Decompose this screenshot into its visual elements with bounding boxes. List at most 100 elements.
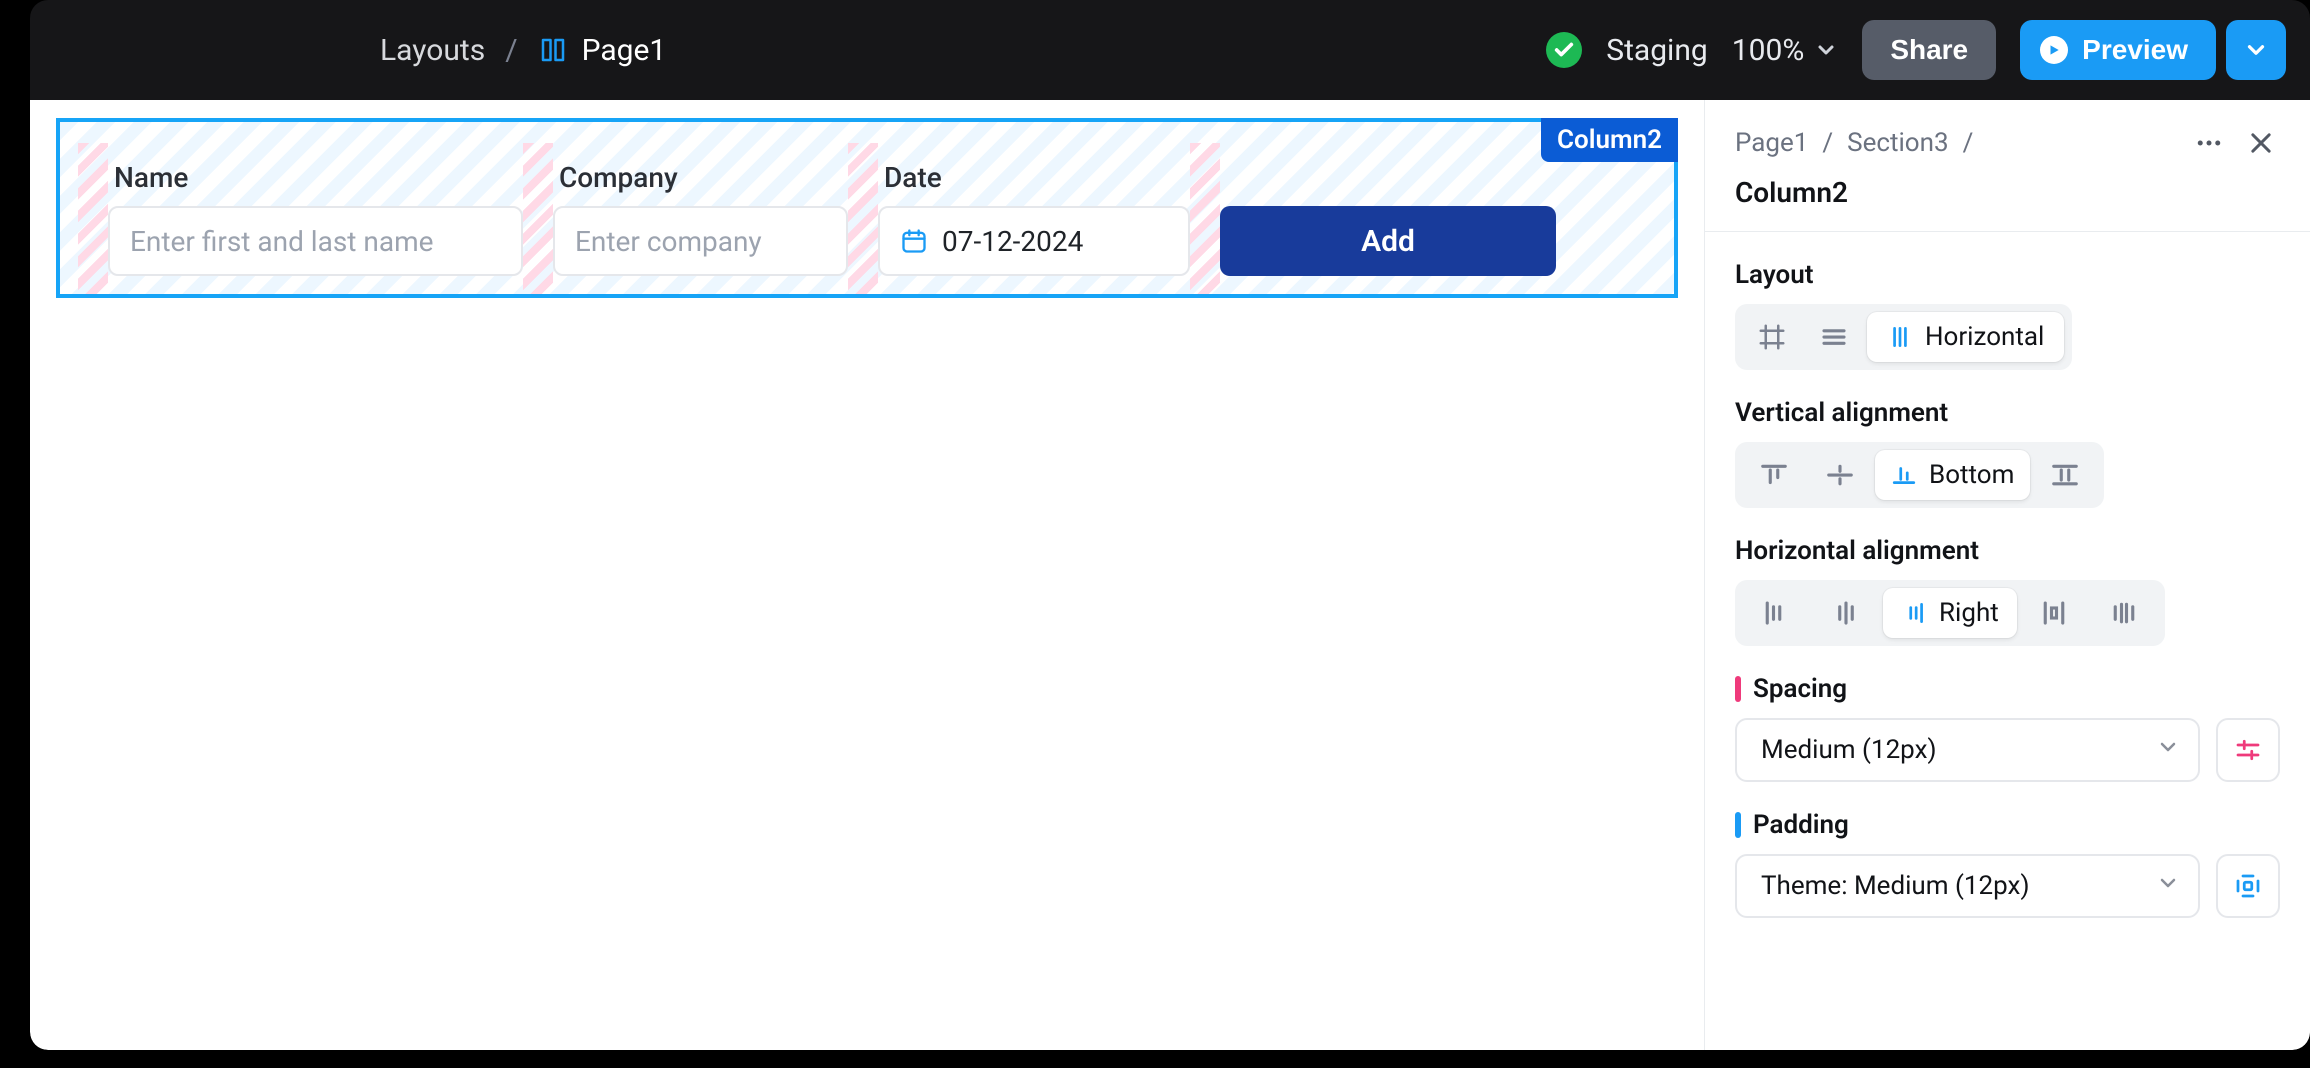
spacing-controls: Medium (12px) <box>1735 718 2280 782</box>
padding-settings-button[interactable] <box>2216 854 2280 918</box>
halign-options: Right <box>1735 580 2165 646</box>
spacing-select[interactable]: Medium (12px) <box>1735 718 2200 782</box>
close-icon[interactable] <box>2242 124 2280 162</box>
section-layout: Layout Horizontal <box>1735 260 2280 370</box>
valign-bottom-option[interactable]: Bottom <box>1875 450 2030 500</box>
date-input[interactable]: 07-12-2024 <box>878 206 1190 276</box>
field-label: Name <box>114 161 523 194</box>
more-icon[interactable] <box>2190 124 2228 162</box>
option-label: Bottom <box>1929 460 2014 490</box>
section-valign: Vertical alignment Bottom <box>1735 398 2280 508</box>
section-heading-row: Padding <box>1735 810 2280 840</box>
halign-right-option[interactable]: Right <box>1883 588 2017 638</box>
topbar-right: Staging 100% Share Preview <box>1546 20 2286 80</box>
status-ok-icon <box>1546 32 1582 68</box>
field-name: Name Enter first and last name <box>108 161 523 276</box>
field-company: Company Enter company <box>553 161 848 276</box>
add-button-label: Add <box>1361 224 1415 259</box>
section-spacing: Spacing Medium (12px) <box>1735 674 2280 782</box>
halign-left-option[interactable] <box>1743 588 1809 638</box>
add-button[interactable]: Add <box>1220 206 1556 276</box>
halign-center-option[interactable] <box>1813 588 1879 638</box>
section-heading: Padding <box>1753 810 1849 840</box>
valign-stretch-option[interactable] <box>2034 450 2096 500</box>
pink-indicator <box>1735 676 1741 702</box>
spacing-settings-button[interactable] <box>2216 718 2280 782</box>
breadcrumb-page[interactable]: Page1 <box>538 33 667 68</box>
panel-crumb[interactable]: Section3 <box>1847 128 1948 158</box>
canvas-selection[interactable]: Column2 Name Enter first and last name C… <box>56 118 1678 298</box>
breadcrumb-page-label: Page1 <box>582 33 667 68</box>
panel-crumb[interactable]: Page1 <box>1735 128 1808 158</box>
section-heading-row: Spacing <box>1735 674 2280 704</box>
padding-value: Theme: Medium (12px) <box>1761 871 2030 901</box>
layout-vertical-option[interactable] <box>1805 312 1863 362</box>
app-window: Layouts / Page1 Staging 100% Share <box>30 0 2310 1050</box>
preview-dropdown-button[interactable] <box>2226 20 2286 80</box>
justify-center-icon <box>1831 598 1861 628</box>
section-padding: Padding Theme: Medium (12px) <box>1735 810 2280 918</box>
columns-icon <box>1887 324 1913 350</box>
section-heading: Layout <box>1735 260 2280 290</box>
calendar-icon <box>900 227 928 255</box>
date-value: 07-12-2024 <box>942 225 1083 258</box>
breadcrumb-root[interactable]: Layouts <box>380 33 485 68</box>
zoom-control[interactable]: 100% <box>1732 33 1839 68</box>
blue-indicator <box>1735 812 1741 838</box>
play-icon <box>2040 36 2068 64</box>
justify-between-icon <box>2039 598 2069 628</box>
breadcrumb-sep: / <box>1822 128 1833 158</box>
input-placeholder: Enter company <box>575 225 762 258</box>
preview-button-label: Preview <box>2082 34 2188 66</box>
chevron-down-icon <box>2156 871 2180 902</box>
divider <box>1705 231 2310 232</box>
layout-grid-option[interactable] <box>1743 312 1801 362</box>
halign-space-between-option[interactable] <box>2021 588 2087 638</box>
main-area: Column2 Name Enter first and last name C… <box>30 100 2310 1050</box>
align-bottom-icon <box>1891 462 1917 488</box>
breadcrumb-sep: / <box>1963 128 1974 158</box>
halign-space-around-option[interactable] <box>2091 588 2157 638</box>
field-label: Company <box>559 161 848 194</box>
environment-label[interactable]: Staging <box>1606 33 1708 68</box>
input-placeholder: Enter first and last name <box>130 225 434 258</box>
section-halign: Horizontal alignment Right <box>1735 536 2280 646</box>
justify-around-icon <box>2109 598 2139 628</box>
preview-button-group: Preview <box>2020 20 2286 80</box>
valign-top-option[interactable] <box>1743 450 1805 500</box>
section-heading: Vertical alignment <box>1735 398 2280 428</box>
breadcrumb-sep: / <box>505 33 517 68</box>
field-label: Date <box>884 161 1190 194</box>
share-button[interactable]: Share <box>1862 20 1996 80</box>
company-input[interactable]: Enter company <box>553 206 848 276</box>
selection-tag: Column2 <box>1541 118 1678 162</box>
option-label: Right <box>1939 598 1999 628</box>
name-input[interactable]: Enter first and last name <box>108 206 523 276</box>
option-label: Horizontal <box>1925 322 2044 352</box>
layout-horizontal-option[interactable]: Horizontal <box>1867 312 2064 362</box>
justify-right-icon <box>1901 600 1927 626</box>
section-heading: Spacing <box>1753 674 1847 704</box>
chevron-down-icon <box>1814 38 1838 62</box>
field-add: Add <box>1220 206 1556 276</box>
form-row: Name Enter first and last name Company E… <box>60 122 1674 294</box>
spacing-value: Medium (12px) <box>1761 735 1937 765</box>
align-top-icon <box>1759 460 1789 490</box>
layout-options: Horizontal <box>1735 304 2072 370</box>
page-icon <box>538 35 568 65</box>
field-date: Date 07-12-2024 <box>878 161 1190 276</box>
valign-middle-option[interactable] <box>1809 450 1871 500</box>
preview-button[interactable]: Preview <box>2020 20 2216 80</box>
align-middle-icon <box>1825 460 1855 490</box>
sliders-icon <box>2233 735 2263 765</box>
section-heading: Horizontal alignment <box>1735 536 2280 566</box>
inspector-panel: Page1 / Section3 / Column2 Layout <box>1704 100 2310 1050</box>
padding-controls: Theme: Medium (12px) <box>1735 854 2280 918</box>
chevron-down-icon <box>2243 37 2269 63</box>
padding-select[interactable]: Theme: Medium (12px) <box>1735 854 2200 918</box>
justify-left-icon <box>1761 598 1791 628</box>
topbar: Layouts / Page1 Staging 100% Share <box>30 0 2310 100</box>
rows-icon <box>1819 322 1849 352</box>
zoom-value: 100% <box>1732 33 1805 68</box>
panel-breadcrumbs: Page1 / Section3 / <box>1735 124 2280 162</box>
